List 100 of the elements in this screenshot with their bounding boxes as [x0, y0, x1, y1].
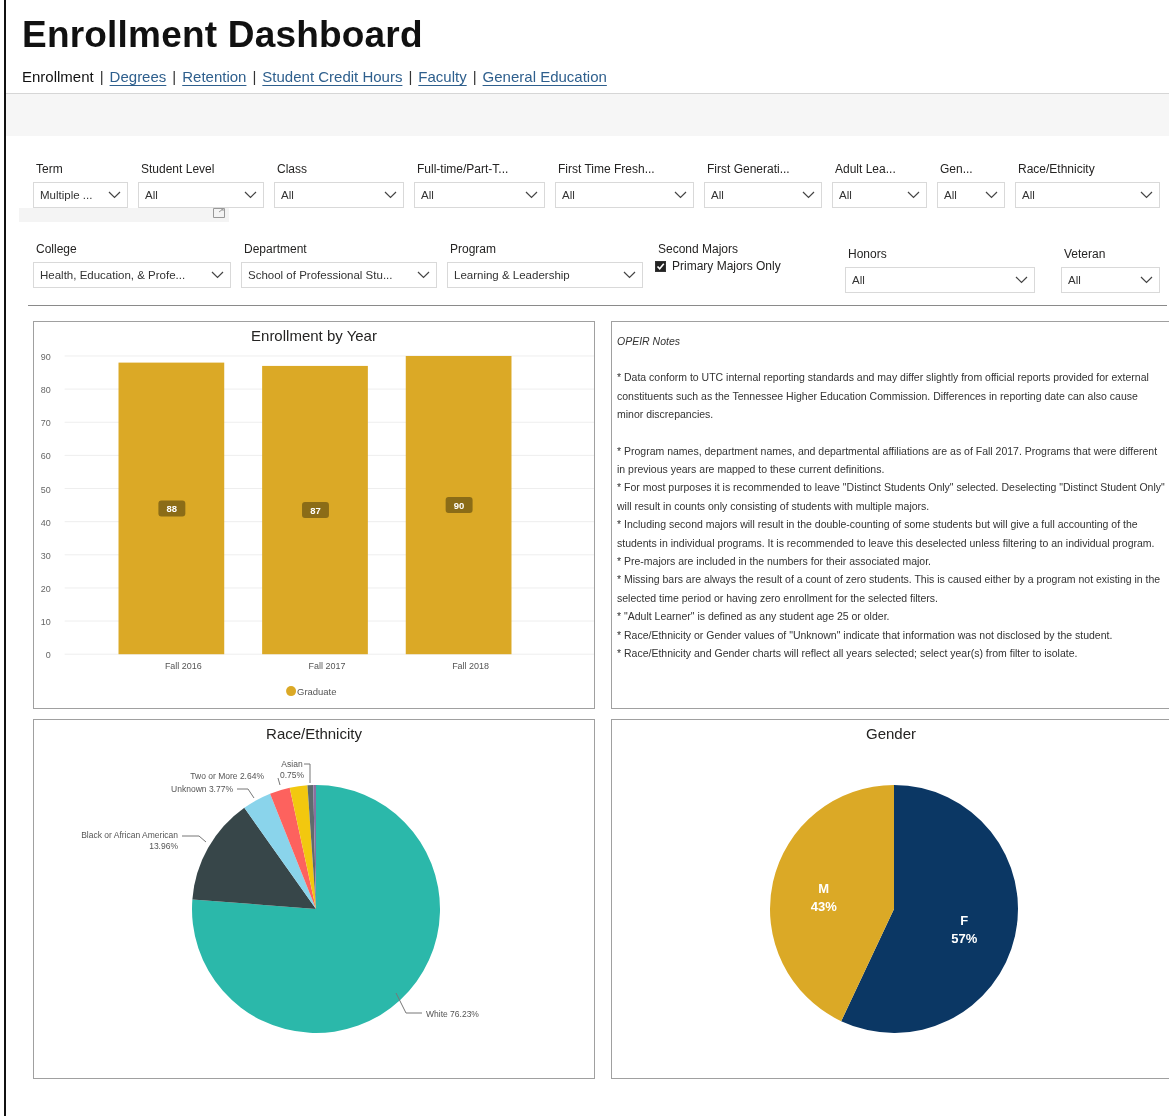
data-label: 90 [453, 500, 465, 511]
filter-label: Department [243, 242, 308, 256]
filter-label: Term [35, 162, 64, 176]
axis-tick-label: 10 [40, 617, 51, 627]
filter-label: College [35, 242, 78, 256]
dropdown[interactable]: All [138, 182, 264, 208]
axis-category-label: Fall 2016 [164, 661, 202, 672]
note-text: * Race/Ethnicity and Gender charts will reflect all years selected; select year(s) from filter to isolate. [617, 646, 1079, 662]
chevron-icon [1140, 191, 1153, 199]
dropdown[interactable]: All [274, 182, 404, 208]
nav-link[interactable]: Faculty [418, 68, 467, 85]
chevron-icon [907, 191, 920, 199]
nav-separator: | [172, 68, 177, 85]
filter-label: Veteran [1063, 247, 1107, 261]
leader-line [181, 835, 207, 843]
focus-mode-icon [213, 208, 225, 218]
dropdown[interactable]: All [704, 182, 822, 208]
leader-line [303, 763, 311, 784]
filter-label: First Generati... [706, 162, 791, 176]
dropdown[interactable]: All [1015, 182, 1160, 208]
nav-current-item[interactable]: Enrollment [22, 68, 94, 85]
dropdown[interactable]: School of Professional Stu... [241, 262, 437, 288]
nav-link[interactable]: General Education [482, 68, 607, 85]
filter-label: Class [276, 162, 308, 176]
nav-separator: | [408, 68, 413, 85]
data-label: M 43% [810, 881, 837, 915]
chart-title: Enrollment by Year [250, 326, 378, 346]
chevron-icon [1140, 276, 1153, 284]
filter-label: Race/Ethnicity [1017, 162, 1096, 176]
axis-tick-label: 0 [45, 650, 51, 661]
chevron-icon [211, 271, 224, 279]
chevron-icon [985, 191, 998, 199]
note-text: * Program names, department names, and departmental affiliations are as of Fall 2017. Programs that were different in previous years are mapped to these current definitions. [617, 443, 1159, 478]
chart-title: Gender [864, 724, 917, 744]
leader-line [395, 992, 423, 1014]
axis-tick-label: 50 [40, 484, 51, 495]
note-text: * Pre-majors are included in the numbers for their associated major. [617, 554, 932, 570]
axis-category-label: Fall 2017 [308, 661, 346, 672]
dropdown[interactable]: Health, Education, & Profe... [33, 262, 231, 288]
page-title: Enrollment Dashboard [22, 14, 424, 56]
filter-label: Gen... [939, 162, 974, 176]
nav-link[interactable]: Degrees [109, 68, 167, 85]
axis-tick-label: 40 [40, 517, 51, 528]
filter-label: Adult Lea... [834, 162, 897, 176]
note-text: * Data conform to UTC internal reporting standards and may differ slightly from official reports provided for external constituents such as the Tennessee Higher Education Commission. Differences in reporting date can also cause minor discrepancies. [617, 370, 1150, 423]
nav-link[interactable]: Retention [182, 68, 247, 85]
axis-tick-label: 80 [40, 385, 51, 396]
axis-category-label: Fall 2018 [452, 661, 490, 672]
dropdown[interactable]: All [414, 182, 545, 208]
axis-tick-label: 60 [40, 451, 51, 462]
data-label: Black or African American 13.96% [81, 830, 178, 851]
dropdown[interactable]: All [832, 182, 927, 208]
chevron-icon [417, 271, 430, 279]
chevron-icon [525, 191, 538, 199]
axis-tick-label: 20 [40, 583, 51, 594]
chevron-icon [244, 191, 257, 199]
leader-line [236, 788, 255, 799]
leader-line [277, 777, 281, 786]
filter-label: Student Level [140, 162, 216, 176]
data-label: 88 [166, 503, 178, 515]
data-label: White 76.23% [426, 1009, 479, 1019]
note-text: * Including second majors will result in the double-counting of some students but will give a full accounting of the students in individual programs. It is recommended to leave this deselected unless filtering to an individual program. [617, 517, 1156, 551]
dropdown[interactable]: All [845, 267, 1035, 293]
data-label-background [445, 497, 473, 513]
nav-separator: | [99, 68, 104, 85]
data-label: F 57% [951, 912, 978, 946]
axis-tick-label: 90 [40, 351, 51, 362]
checkbox-label: Primary Majors Only [672, 259, 781, 273]
checkbox[interactable] [655, 260, 666, 272]
data-label: Unknown 3.77% [171, 784, 233, 794]
filter-label: First Time Fresh... [557, 162, 656, 176]
dropdown[interactable]: All [937, 182, 1005, 208]
chevron-icon [384, 191, 397, 199]
notes-title: OPEIR Notes [617, 334, 682, 349]
dropdown[interactable]: Learning & Leadership [447, 262, 643, 288]
chevron-icon [802, 191, 815, 199]
legend-marker [286, 686, 297, 697]
data-label: Two or More 2.64% [190, 771, 264, 781]
data-label-background [302, 502, 329, 518]
filter-label: Honors [847, 247, 888, 261]
dropdown[interactable]: All [555, 182, 694, 208]
filter-label: Second Majors [657, 242, 740, 256]
dropdown[interactable]: All [1061, 267, 1160, 293]
note-text: * For most purposes it is recommended to leave "Distinct Students Only" selected. Deselecting "Distinct Student Only" will result in counts only consisting of students with multiple majors. [617, 480, 1165, 514]
chevron-icon [108, 191, 121, 199]
chevron-icon [674, 191, 687, 199]
nav-link[interactable]: Student Credit Hours [262, 68, 403, 85]
note-text: * Race/Ethnicity or Gender values of "Unknown" indicate that information was not disclosed by the student. [617, 627, 1114, 643]
dropdown[interactable]: Multiple ... [33, 182, 128, 208]
chevron-icon [623, 271, 636, 279]
chart-title: Race/Ethnicity [265, 724, 363, 744]
data-label: Asian 0.75% [279, 759, 305, 780]
note-text: * Missing bars are always the result of a count of zero students. This is caused either by a program not existing in the selected time period or having zero enrollment for the selected filters. [617, 572, 1162, 606]
axis-tick-label: 70 [40, 418, 51, 429]
data-label: 87 [310, 505, 321, 516]
filter-label: Program [449, 242, 497, 256]
data-label-background [158, 500, 186, 517]
axis-tick-label: 30 [40, 550, 51, 561]
legend-label: Graduate [297, 686, 337, 698]
filter-label: Full-time/Part-T... [416, 162, 510, 176]
